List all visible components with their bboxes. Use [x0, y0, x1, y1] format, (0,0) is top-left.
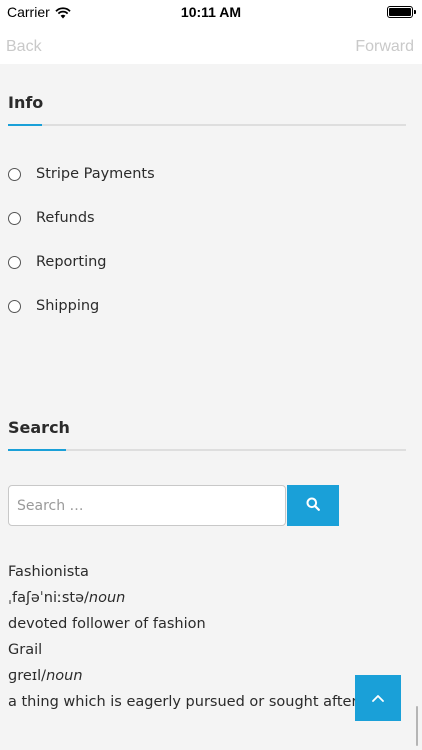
info-item-label: Shipping: [36, 298, 100, 314]
back-button[interactable]: Back: [6, 38, 42, 56]
info-item-stripe-payments[interactable]: Stripe Payments: [8, 166, 155, 182]
glossary-word: Fashionista: [8, 564, 89, 580]
scroll-to-top-button[interactable]: [355, 675, 401, 721]
info-item-label: Refunds: [36, 210, 95, 226]
glossary-phonetic: ˌfaʃəˈniːstə/: [8, 590, 89, 606]
info-item-refunds[interactable]: Refunds: [8, 210, 95, 226]
search-input[interactable]: [8, 485, 286, 526]
info-heading: Info: [8, 93, 44, 112]
search-heading-accent: [8, 449, 66, 451]
radio-circle-icon[interactable]: [8, 167, 21, 181]
chevron-up-icon: [371, 691, 385, 706]
radio-circle-icon[interactable]: [8, 211, 21, 225]
status-time: 10:11 AM: [180, 4, 242, 20]
glossary-part-of-speech: noun: [88, 590, 126, 606]
search-button[interactable]: [287, 485, 339, 526]
navigation-bar: Back Forward: [0, 26, 422, 64]
info-item-label: Stripe Payments: [36, 166, 155, 182]
glossary-definition: a thing which is eagerly pursued or soug…: [8, 694, 361, 710]
glossary-phonetic: ɡreɪl/: [8, 668, 47, 684]
forward-button[interactable]: Forward: [355, 38, 414, 56]
glossary-pronunciation: ɡreɪl/noun: [8, 668, 83, 684]
glossary-word: Grail: [8, 642, 43, 658]
status-bar: Carrier 10:11 AM: [0, 0, 422, 26]
search-heading-divider: [8, 449, 406, 451]
radio-circle-icon[interactable]: [8, 255, 21, 269]
battery-level: [389, 8, 411, 16]
glossary-pronunciation: ˌfaʃəˈniːstə/noun: [8, 590, 125, 606]
search-heading: Search: [8, 418, 70, 437]
radio-circle-icon[interactable]: [8, 299, 21, 313]
scrollbar[interactable]: [416, 706, 418, 746]
info-item-label: Reporting: [36, 254, 107, 270]
glossary-definition: devoted follower of fashion: [8, 616, 206, 632]
info-item-shipping[interactable]: Shipping: [8, 298, 99, 314]
battery-icon: [387, 6, 416, 18]
info-heading-accent: [8, 124, 42, 126]
search-icon: [306, 497, 320, 514]
info-item-reporting[interactable]: Reporting: [8, 254, 107, 270]
info-heading-divider: [8, 124, 406, 126]
glossary-part-of-speech: noun: [46, 668, 83, 684]
